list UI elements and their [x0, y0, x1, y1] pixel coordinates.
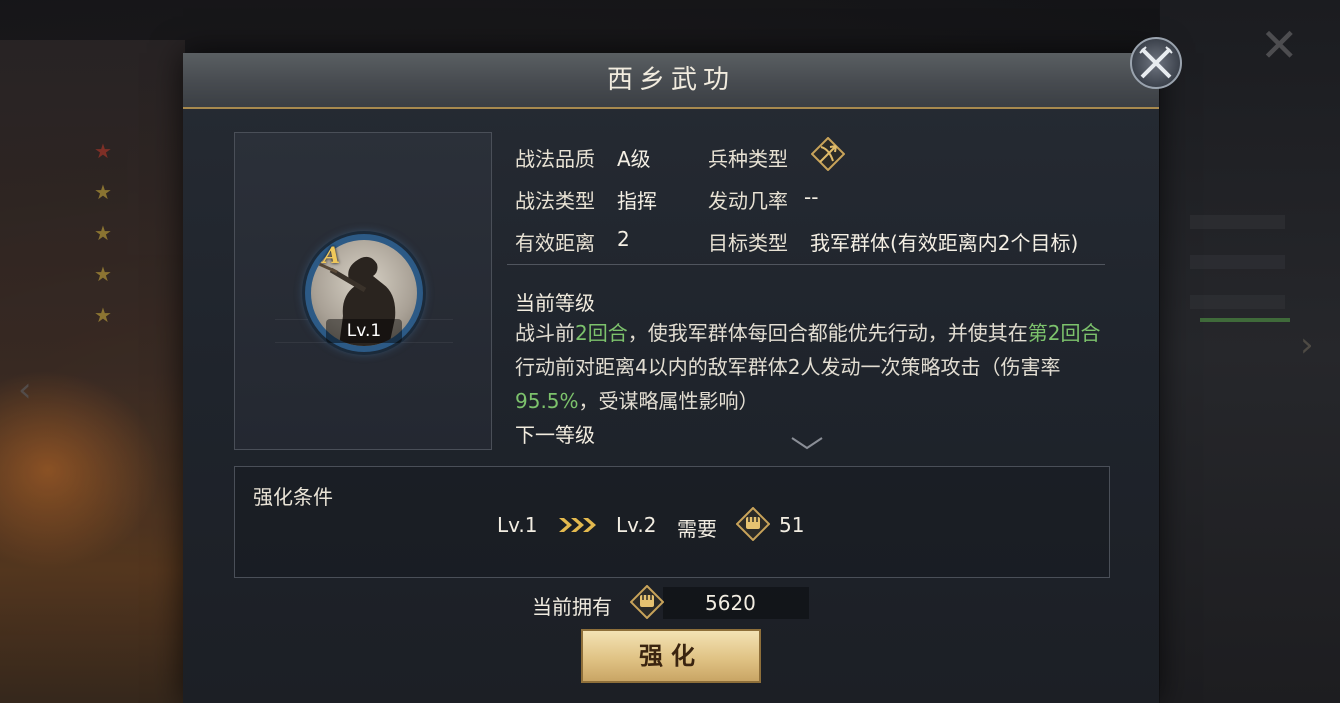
fist-token-icon — [629, 584, 665, 620]
level-badge: Lv.1 — [326, 319, 402, 343]
tactic-dialog: 西乡武功 A Lv.1 战法品质 A级 兵种类型 战法类型 指挥 发动几率 --… — [183, 53, 1159, 703]
background-stars: ★ ★ ★ ★ ★ — [94, 140, 120, 345]
chevron-down-icon[interactable] — [790, 435, 824, 454]
background-bar — [1190, 255, 1285, 269]
star-icon: ★ — [94, 180, 112, 204]
need-amount: 51 — [779, 513, 805, 537]
background-bar — [1190, 295, 1285, 309]
need-label: 需要 — [677, 517, 717, 541]
dialog-title: 西乡武功 — [606, 65, 735, 95]
close-button[interactable] — [1130, 37, 1182, 89]
enhance-title: 强化条件 — [253, 485, 333, 509]
tactic-type-value: 指挥 — [617, 189, 657, 213]
target-type-label: 目标类型 — [708, 231, 788, 255]
owned-label: 当前拥有 — [532, 595, 612, 619]
to-level: Lv.2 — [616, 513, 657, 537]
grade-badge: A — [323, 243, 341, 269]
current-level-label: 当前等级 — [515, 291, 595, 315]
trigger-rate-value: -- — [804, 185, 819, 209]
quality-value: A级 — [617, 147, 651, 171]
enhance-conditions-panel: 强化条件 Lv.1 Lv.2 需要 51 — [234, 466, 1110, 578]
close-icon: ✕ — [1260, 18, 1299, 72]
target-type-value: 我军群体(有效距离内2个目标) — [810, 231, 1079, 255]
desc-text: ，受谋略属性影响） — [578, 389, 759, 413]
desc-highlight: 第2回合 — [1027, 321, 1101, 345]
info-divider — [507, 264, 1105, 265]
next-level-label: 下一等级 — [515, 423, 595, 447]
crossed-weapons-icon — [810, 136, 846, 172]
background-bar — [1190, 215, 1285, 229]
range-value: 2 — [617, 227, 630, 251]
chevron-left-icon: ‹ — [18, 370, 32, 410]
range-label: 有效距离 — [515, 231, 595, 255]
triple-arrow-icon — [557, 516, 597, 538]
desc-text: 行动前对距离4以内的敌军群体2人发动一次策略攻击（伤害率 — [515, 355, 1061, 379]
desc-highlight: 2回合 — [575, 321, 628, 345]
desc-text: 战斗前 — [515, 321, 575, 345]
portrait-panel: A Lv.1 — [234, 132, 492, 450]
star-icon: ★ — [94, 303, 112, 327]
tactic-description: 战斗前2回合，使我军群体每回合都能优先行动，并使其在第2回合行动前对距离4以内的… — [515, 316, 1105, 418]
crossed-swords-icon — [1139, 46, 1173, 79]
troop-type-label: 兵种类型 — [708, 147, 788, 171]
desc-highlight: 95.5% — [515, 389, 579, 413]
chevron-right-icon: › — [1300, 325, 1314, 365]
owned-amount: 5620 — [705, 591, 756, 615]
fist-token-icon — [735, 506, 771, 542]
background-left-panel: ★ ★ ★ ★ ★ ‹ — [0, 40, 185, 703]
desc-text: ，使我军群体每回合都能优先行动，并使其在 — [627, 321, 1028, 345]
trigger-rate-label: 发动几率 — [708, 189, 788, 213]
quality-label: 战法品质 — [515, 147, 595, 171]
strengthen-button[interactable]: 强化 — [581, 629, 761, 683]
dialog-header: 西乡武功 — [183, 53, 1159, 109]
background-right-panel: ✕ › — [1160, 0, 1340, 703]
tactic-type-label: 战法类型 — [515, 189, 595, 213]
star-icon: ★ — [94, 262, 112, 286]
background-progress — [1200, 318, 1290, 322]
star-icon: ★ — [94, 139, 112, 163]
from-level: Lv.1 — [497, 513, 538, 537]
star-icon: ★ — [94, 221, 112, 245]
